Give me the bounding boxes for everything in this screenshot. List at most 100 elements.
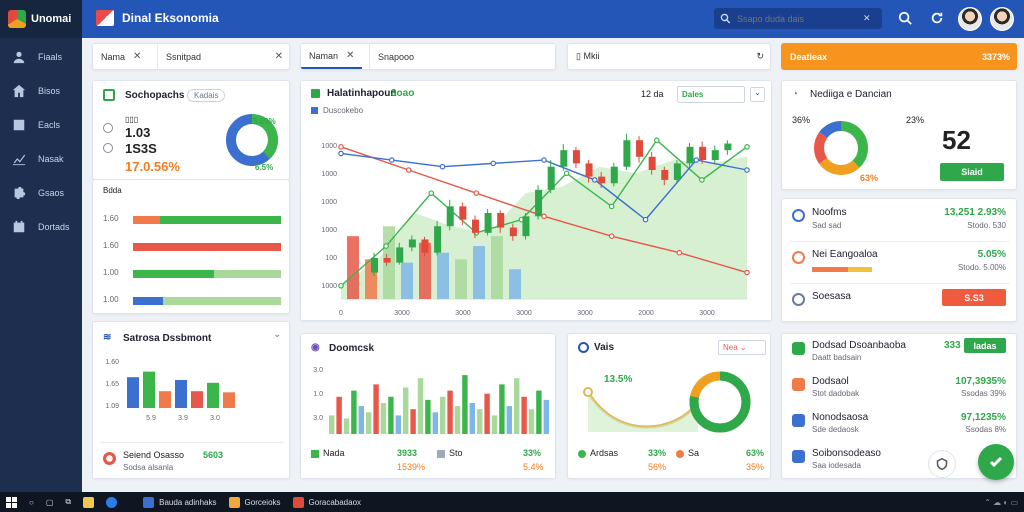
search-input[interactable] xyxy=(737,13,857,24)
tab-naman[interactable]: Naman ✕ xyxy=(301,44,363,69)
candle-body xyxy=(509,227,517,237)
candle-body xyxy=(724,143,732,151)
search-icon[interactable]: ○ xyxy=(23,492,40,512)
trend-point xyxy=(383,243,389,249)
magnifier-icon[interactable] xyxy=(898,11,912,25)
legend-value: 33% xyxy=(523,448,542,458)
sidebar-item-nasak[interactable]: Nasak xyxy=(0,142,82,176)
legend-label: Sto xyxy=(449,448,463,458)
x-tick-label: 3000 xyxy=(516,310,532,317)
sidebar-item-gsaos[interactable]: Gsaos xyxy=(0,176,82,210)
hbar-label: 1.60 xyxy=(103,214,119,223)
summary-small-label: ▯▯▯ xyxy=(125,115,139,124)
y-tick-label: 1.09 xyxy=(105,403,119,410)
sidebar-item-dortads[interactable]: Dortads xyxy=(0,210,82,244)
volume-bar xyxy=(473,246,485,299)
trend-point xyxy=(541,157,547,163)
candle-body xyxy=(459,206,467,220)
period-selector[interactable]: 12 da xyxy=(641,89,664,99)
taskbar-app-2[interactable]: Gorceioks xyxy=(223,492,287,512)
close-icon[interactable]: ✕ xyxy=(863,13,871,24)
search-icon xyxy=(578,342,589,353)
donut-action-button[interactable]: Siaid xyxy=(940,163,1004,181)
sidebar-item-eacls[interactable]: Eacls xyxy=(0,108,82,142)
refresh-icon[interactable]: ↻ xyxy=(756,51,764,62)
brand-logo[interactable]: Unomai xyxy=(0,0,82,38)
time-icon xyxy=(103,143,113,153)
funnel-bar xyxy=(159,391,171,408)
tab-mkii[interactable]: ▯ Mkii ↻ xyxy=(568,44,770,69)
legend-swatch xyxy=(311,107,318,114)
candle-body xyxy=(572,150,580,164)
logo-icon xyxy=(8,10,26,28)
x-tick-label: 3000 xyxy=(699,310,715,317)
candle-body xyxy=(636,140,644,157)
sidebar: Unomai Fiaals Bisos Eacls Nasak Gsaos Dortads xyxy=(0,0,82,492)
y-tick-label: 3.0 xyxy=(313,367,323,374)
satrosa-chart: 1.60 1.65 1.09 5.9 3.9 3.0 xyxy=(105,359,235,422)
taskbar-app-1[interactable]: Bauda adinhaks xyxy=(137,492,222,512)
funnel-bar xyxy=(143,371,155,408)
kpi-icon xyxy=(792,251,805,264)
vais-dropdown[interactable]: Nea ⌄ xyxy=(718,340,766,355)
close-icon[interactable]: ✕ xyxy=(346,50,354,61)
kpi-action-button[interactable]: S.S3 xyxy=(942,289,1006,306)
candle-body xyxy=(686,146,694,164)
candle-body xyxy=(560,150,568,167)
browser-icon[interactable] xyxy=(100,492,123,512)
donut-chart xyxy=(814,121,868,175)
funnel-bar xyxy=(175,380,187,408)
divider xyxy=(790,241,1010,242)
summary-chip[interactable]: Kadais xyxy=(187,89,226,102)
sidebar-item-bisos[interactable]: Bisos xyxy=(0,74,82,108)
system-tray[interactable]: ⌃ ☁ ◐ ▭ xyxy=(978,492,1024,512)
volume-bar xyxy=(417,378,424,434)
confirm-fab[interactable] xyxy=(978,444,1014,480)
start-button[interactable] xyxy=(0,492,23,512)
main-chart-legend: Duscokebo xyxy=(323,106,364,115)
chat-icon[interactable]: ▢ xyxy=(40,492,60,512)
donut-pct-left: 36% xyxy=(792,115,811,125)
user-avatar[interactable] xyxy=(958,7,982,31)
legend-swatch xyxy=(311,450,319,458)
close-icon[interactable]: ✕ xyxy=(275,51,283,62)
task-view-icon[interactable]: ⧉ xyxy=(59,492,77,512)
hbar-segment xyxy=(162,297,281,305)
doomcsk-chart: 3.0 1.0 3.0 xyxy=(313,367,549,434)
close-icon[interactable]: ✕ xyxy=(133,51,141,62)
trend-point xyxy=(608,203,615,210)
hbars-header: Bdda xyxy=(103,186,122,195)
legend-sub: 5.4% xyxy=(523,462,544,472)
folder-icon[interactable] xyxy=(77,492,100,512)
sidebar-item-label: Dortads xyxy=(38,222,70,232)
kpi-value: 5.05% xyxy=(977,249,1006,260)
tab-strip-1: Nama ✕ Ssnitpad ✕ xyxy=(92,43,290,70)
summary-title: Sochopachs xyxy=(125,90,185,101)
search-box[interactable]: ✕ xyxy=(714,8,882,29)
chevron-down-icon[interactable]: ⌄ xyxy=(273,329,281,340)
mode-dropdown[interactable]: Dales xyxy=(677,86,745,103)
refresh-icon[interactable] xyxy=(930,11,944,25)
volume-bar xyxy=(366,412,372,434)
chevron-down-icon[interactable]: ⌄ xyxy=(750,87,765,102)
volume-bar xyxy=(388,396,394,434)
volume-bar xyxy=(499,384,505,434)
x-tick-label: 0 xyxy=(339,310,343,317)
candle-body xyxy=(408,239,416,248)
shield-button[interactable] xyxy=(928,450,956,478)
volume-bar xyxy=(509,269,521,299)
taskbar-app-3[interactable]: Goracabadaox xyxy=(287,492,367,512)
tab-nama[interactable]: Nama ✕ xyxy=(93,44,149,69)
volume-bar xyxy=(462,375,468,434)
sidebar-item-fiaals[interactable]: Fiaals xyxy=(0,40,82,74)
alert-banner[interactable]: Deatieax 3373% xyxy=(781,43,1017,70)
tab-snapooo[interactable]: Snapooo xyxy=(369,44,422,69)
legend-value: 63% xyxy=(746,448,765,458)
puzzle-icon xyxy=(14,186,26,200)
second-avatar[interactable] xyxy=(990,7,1014,31)
tab-label: Mkii xyxy=(583,51,600,61)
trend-point xyxy=(744,144,750,150)
activity-action-button[interactable]: Iadas xyxy=(964,338,1006,353)
summary-line-3: 17.0.56% xyxy=(125,159,180,174)
tab-ssnitpad[interactable]: Ssnitpad ✕ xyxy=(157,44,289,69)
